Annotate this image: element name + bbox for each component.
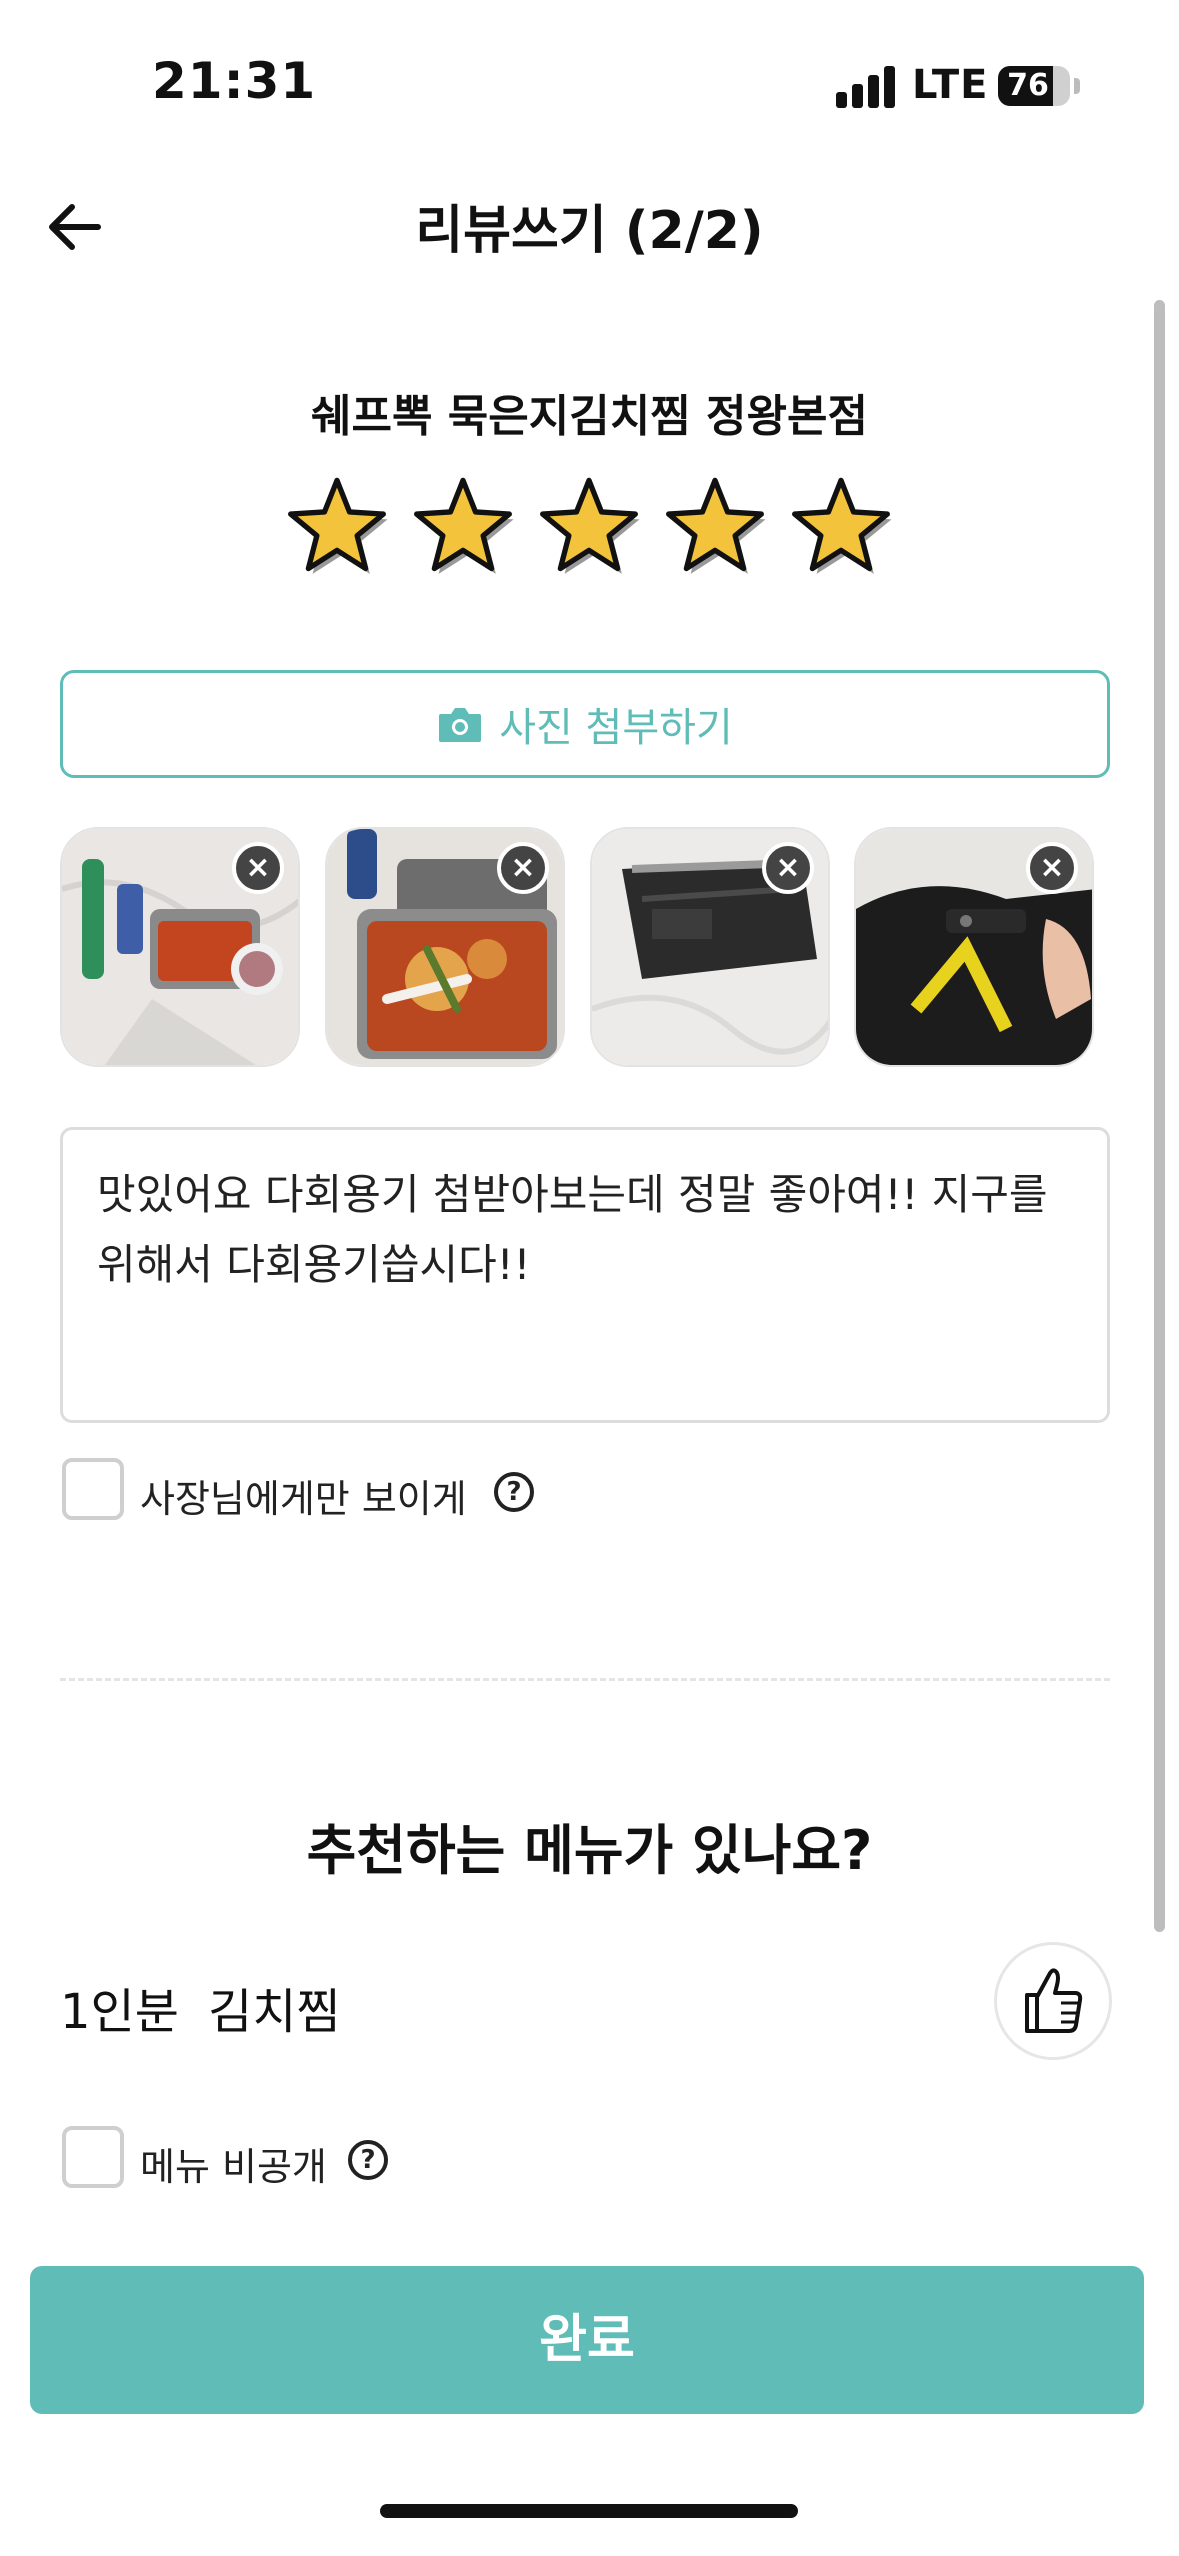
star-icon-2[interactable] bbox=[410, 474, 516, 580]
network-type: LTE bbox=[912, 62, 989, 108]
remove-photo-1-button[interactable]: × bbox=[232, 842, 284, 894]
page-title: 리뷰쓰기 (2/2) bbox=[415, 201, 764, 261]
remove-photo-3-button[interactable]: × bbox=[762, 842, 814, 894]
star-icon-1[interactable] bbox=[284, 474, 390, 580]
star-icon-5[interactable] bbox=[788, 474, 894, 580]
owner-only-checkbox[interactable] bbox=[62, 1458, 124, 1520]
menu-private-label: 메뉴 비공개 bbox=[140, 2145, 327, 2189]
recommend-like-button[interactable] bbox=[994, 1942, 1112, 2060]
home-indicator bbox=[380, 2504, 798, 2518]
battery-icon: 76 bbox=[998, 66, 1070, 106]
battery-level: 76 bbox=[1007, 68, 1049, 103]
store-name: 쉐프뽁 묵은지김치찜 정왕본점 bbox=[311, 391, 868, 442]
owner-only-label: 사장님에게만 보이게 bbox=[140, 1477, 467, 1521]
status-time: 21:31 bbox=[152, 52, 317, 110]
star-rating[interactable] bbox=[284, 474, 904, 584]
remove-photo-2-button[interactable]: × bbox=[497, 842, 549, 894]
star-icon-3[interactable] bbox=[536, 474, 642, 580]
attach-photo-label: 사진 첨부하기 bbox=[499, 705, 733, 751]
battery-nub bbox=[1074, 78, 1080, 94]
camera-icon bbox=[439, 708, 482, 742]
thumbs-up-icon bbox=[1025, 1968, 1083, 2033]
recommend-title: 추천하는 메뉴가 있나요? bbox=[306, 1819, 873, 1882]
section-divider bbox=[60, 1678, 1110, 1681]
review-textarea[interactable]: 맛있어요 다회용기 첨받아보는데 정말 좋아여!! 지구를 위해서 다회용기씁시… bbox=[60, 1127, 1110, 1423]
done-button[interactable]: 완료 bbox=[30, 2266, 1144, 2414]
menu-item-name: 1인분 김치찜 bbox=[60, 1984, 341, 2040]
menu-private-help-icon[interactable]: ? bbox=[348, 2140, 388, 2180]
remove-photo-4-button[interactable]: × bbox=[1026, 842, 1078, 894]
review-screen: 21:31 LTE 76 리뷰쓰기 (2/2) 쉐프뽁 묵은지김치찜 정왕본점 … bbox=[0, 0, 1179, 2556]
menu-private-checkbox[interactable] bbox=[62, 2126, 124, 2188]
owner-only-help-icon[interactable]: ? bbox=[494, 1472, 534, 1512]
attach-photo-button[interactable]: 사진 첨부하기 bbox=[60, 670, 1110, 778]
signal-icon bbox=[836, 66, 896, 108]
star-icon-4[interactable] bbox=[662, 474, 768, 580]
scrollbar[interactable] bbox=[1154, 300, 1165, 1932]
